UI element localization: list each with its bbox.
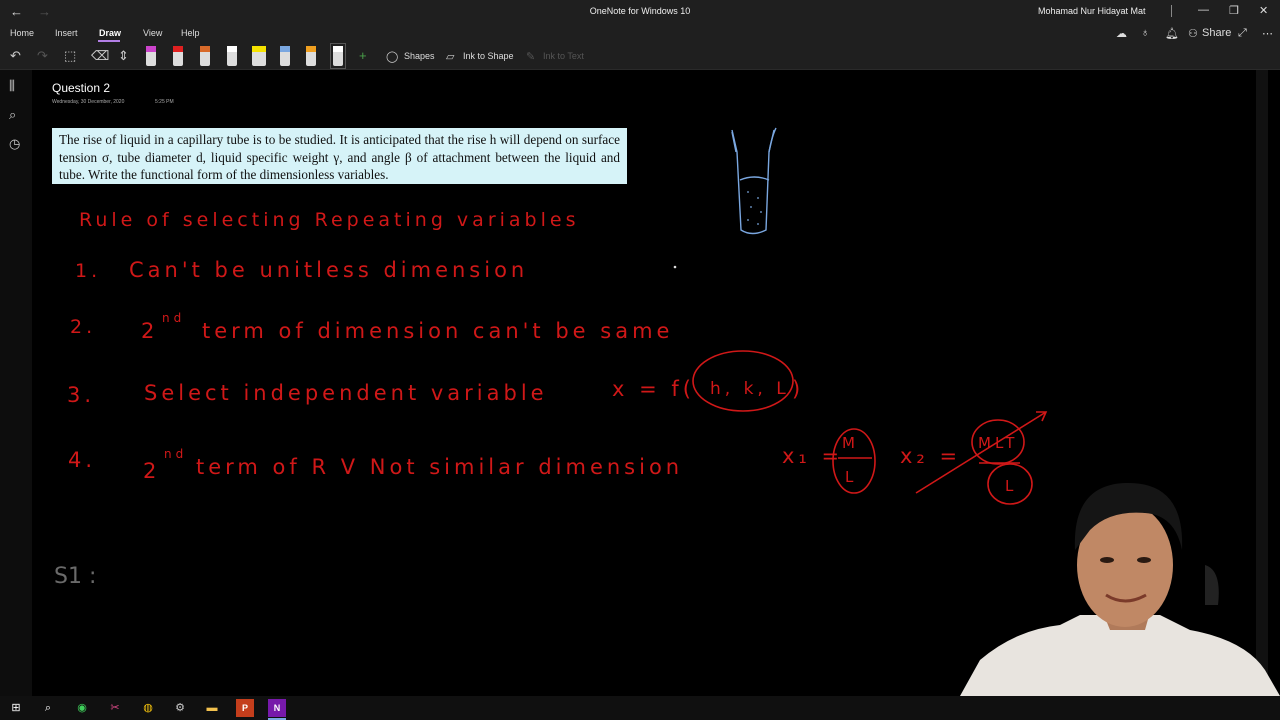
- close-button[interactable]: ✕: [1259, 4, 1268, 17]
- rule-3-number: 3.: [67, 383, 95, 407]
- rule-1-number: 1.: [75, 260, 101, 282]
- rule-4-text: term of R V Not similar dimension: [196, 455, 683, 479]
- more-icon[interactable]: ⋯: [1262, 27, 1273, 40]
- bell-icon[interactable]: 🔔︎: [1165, 27, 1179, 40]
- eraser-icon[interactable]: ⌫: [91, 48, 109, 64]
- capillary-tube-sketch: [731, 127, 777, 235]
- tab-draw[interactable]: Draw: [99, 28, 121, 38]
- rule-2-number: 2.: [70, 316, 96, 338]
- rule-4-x2: x₂ =: [900, 444, 961, 468]
- rule-4-number: 4.: [68, 448, 96, 472]
- pen-7-body: [306, 52, 316, 66]
- pen-2-body: [173, 52, 183, 66]
- draw-toolbar: ↶ ↷ ⬚ ⌫ ⇕ + ◯ Shapes ▱ Ink to Shape ✎ In…: [0, 43, 1280, 70]
- add-space-icon[interactable]: ⇕: [118, 48, 129, 64]
- rule-1-text: Can't be unitless dimension: [129, 258, 528, 282]
- x2-numerator: MLT: [978, 434, 1018, 452]
- windows-start-icon[interactable]: ⊞: [7, 699, 25, 717]
- rule-3-equation: x = f(: [612, 377, 695, 401]
- pen-3-body: [200, 52, 210, 66]
- pen-1-icon[interactable]: [146, 46, 156, 66]
- sync-icon[interactable]: ☁: [1116, 27, 1127, 40]
- shapes-button[interactable]: Shapes: [404, 51, 435, 61]
- rule-2-prefix: 2: [141, 319, 158, 343]
- pen-1-body: [146, 52, 156, 66]
- rule-3-close-paren: ): [792, 377, 804, 401]
- left-nav: ⫼ ⌕ ◷: [0, 70, 32, 696]
- lightbulb-icon[interactable]: ♁: [1141, 27, 1149, 39]
- whatsapp-icon[interactable]: ◉: [73, 699, 91, 717]
- file-explorer-icon[interactable]: ▬: [203, 699, 221, 717]
- redo-icon[interactable]: ↷: [37, 48, 48, 64]
- rule-4-prefix: 2: [143, 459, 160, 483]
- rule-3-variables: h, k, L: [710, 379, 790, 399]
- pen-7-icon[interactable]: [306, 46, 316, 66]
- restore-button[interactable]: ❐: [1229, 4, 1239, 17]
- pen-4-body: [227, 52, 237, 66]
- rule-4-superscript: nd: [164, 447, 187, 461]
- pen-6-icon[interactable]: [280, 46, 290, 66]
- title-separator: [1171, 5, 1172, 17]
- fullscreen-icon[interactable]: ⤢: [1238, 27, 1247, 40]
- share-button[interactable]: Share: [1202, 27, 1231, 39]
- title-bar: ← → OneNote for Windows 10 Mohamad Nur H…: [0, 0, 1280, 24]
- recent-icon[interactable]: ◷: [9, 136, 20, 152]
- stray-dot: [673, 265, 677, 269]
- snip-icon[interactable]: ✂: [106, 699, 124, 717]
- minimize-button[interactable]: —: [1198, 4, 1209, 16]
- rule-2-superscript: nd: [162, 311, 185, 325]
- highlighter-body: [252, 52, 266, 66]
- taskbar-search-icon[interactable]: ⌕: [39, 699, 57, 717]
- ink-to-shape-icon[interactable]: ▱: [446, 50, 454, 63]
- right-eye: [1137, 557, 1151, 563]
- rules-heading: Rule of selecting Repeating variables: [79, 209, 579, 231]
- undo-icon[interactable]: ↶: [10, 48, 21, 64]
- active-tab-indicator: [98, 40, 120, 42]
- ribbon-tabs: Home Insert Draw View Help ☁ ♁ 🔔︎ ⚇ Shar…: [0, 24, 1280, 44]
- chrome-icon[interactable]: ◍: [139, 699, 157, 717]
- presenter-webcam: [960, 482, 1280, 696]
- tab-home[interactable]: Home: [10, 28, 34, 38]
- step-1-label: S1 :: [54, 564, 96, 589]
- pen-8-body: [333, 52, 343, 66]
- highlighter-icon[interactable]: [252, 46, 266, 66]
- shapes-icon[interactable]: ◯: [386, 50, 398, 63]
- chair: [1205, 565, 1219, 605]
- liquid-dots: [747, 191, 762, 225]
- onenote-icon[interactable]: N: [268, 699, 286, 720]
- pen-6-body: [280, 52, 290, 66]
- powerpoint-icon[interactable]: P: [236, 699, 254, 717]
- x1-denominator: L: [845, 468, 857, 486]
- left-eye: [1100, 557, 1114, 563]
- rule-3-text: Select independent variable: [144, 381, 548, 405]
- share-icon[interactable]: ⚇: [1188, 27, 1198, 40]
- ink-to-shape-button[interactable]: Ink to Shape: [463, 51, 514, 61]
- settings-icon[interactable]: ⚙: [171, 699, 189, 717]
- add-pen-icon[interactable]: +: [359, 48, 367, 63]
- search-icon[interactable]: ⌕: [9, 107, 16, 123]
- tab-insert[interactable]: Insert: [55, 28, 78, 38]
- user-name[interactable]: Mohamad Nur Hidayat Mat: [1038, 6, 1146, 16]
- pen-4-icon[interactable]: [227, 46, 237, 66]
- rule-2-text: term of dimension can't be same: [202, 319, 673, 343]
- taskbar: ⊞ ⌕ ◉ ✂ ◍ ⚙ ▬ P N: [0, 696, 1280, 720]
- ink-to-text-icon[interactable]: ✎: [526, 50, 535, 63]
- notebooks-icon[interactable]: ⫼: [9, 78, 15, 94]
- pen-3-icon[interactable]: [200, 46, 210, 66]
- ink-to-text-button[interactable]: Ink to Text: [543, 51, 584, 61]
- pen-2-icon[interactable]: [173, 46, 183, 66]
- tab-help[interactable]: Help: [181, 28, 200, 38]
- x1-numerator: M: [842, 434, 859, 452]
- pen-8-selected-icon[interactable]: [330, 43, 346, 69]
- lasso-select-icon[interactable]: ⬚: [64, 48, 76, 64]
- tab-view[interactable]: View: [143, 28, 162, 38]
